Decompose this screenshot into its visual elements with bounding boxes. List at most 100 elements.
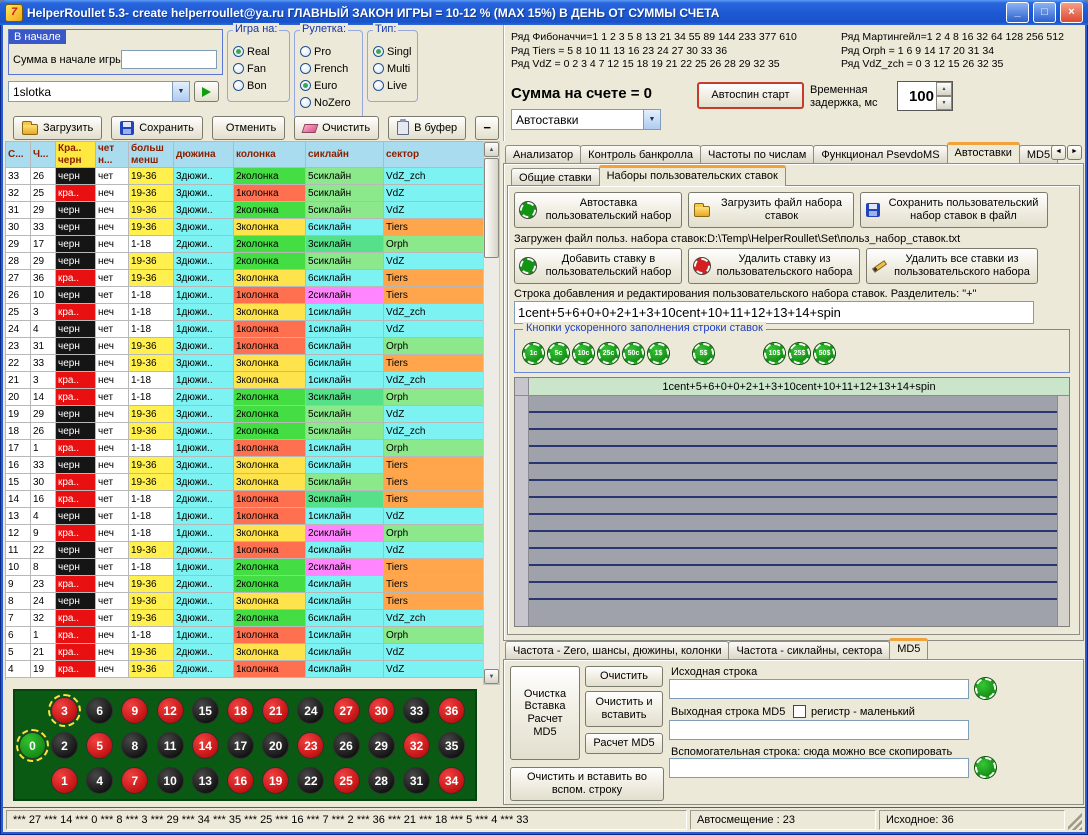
table-row[interactable]: 1530кра..чет19-363дюжи..3колонка5сиклайн…	[6, 474, 483, 491]
table-row[interactable]: 521кра..неч19-362дюжи..3колонка4сиклайнV…	[6, 644, 483, 661]
bet-list-row[interactable]	[529, 498, 1057, 515]
table-row[interactable]: 129кра..неч1-181дюжи..3колонка2сиклайнOr…	[6, 525, 483, 542]
delete-all-bets-button[interactable]: Удалить все ставки из пользовательского …	[866, 248, 1038, 284]
radio-real[interactable]: Real	[228, 43, 289, 60]
toolbar-buffer-button[interactable]: В буфер	[388, 116, 466, 140]
chip-10$[interactable]: 10$	[764, 343, 785, 364]
table-row[interactable]: 2736кра..чет19-363дюжи..3колонка6сиклайн…	[6, 270, 483, 287]
slot-select[interactable]: 1slotka ▼	[8, 81, 190, 102]
radio-bon[interactable]: Bon	[228, 77, 289, 94]
board-number-3[interactable]: 3	[51, 697, 78, 724]
board-number-20[interactable]: 20	[262, 732, 289, 759]
radio-pro[interactable]: Pro	[295, 43, 362, 60]
table-row[interactable]: 2829черннеч19-363дюжи..2колонка5сиклайнV…	[6, 253, 483, 270]
aux-chip-button[interactable]	[975, 757, 996, 778]
table-row[interactable]: 1826чернчет19-363дюжи..2колонка5сиклайнV…	[6, 423, 483, 440]
toolbar-clear-button[interactable]: Очистить	[294, 116, 379, 140]
table-row[interactable]: 213кра..неч1-181дюжи..3колонка1сиклайнVd…	[6, 372, 483, 389]
board-number-28[interactable]: 28	[368, 767, 395, 794]
main-tab-1[interactable]: Контроль банкролла	[580, 145, 701, 163]
chip-1c[interactable]: 1c	[523, 343, 544, 364]
table-row[interactable]: 2014кра..чет1-182дюжи..2колонка3сиклайнO…	[6, 389, 483, 406]
board-number-6[interactable]: 6	[86, 697, 113, 724]
radio-multi[interactable]: Multi	[368, 60, 417, 77]
bet-list-row[interactable]	[529, 532, 1057, 549]
bottom-tab-1[interactable]: Частота - сиклайны, сектора	[728, 641, 890, 659]
bet-list-row[interactable]	[529, 566, 1057, 583]
board-number-15[interactable]: 15	[192, 697, 219, 724]
bet-list-row[interactable]	[529, 583, 1057, 600]
toolbar-save-button[interactable]: Сохранить	[111, 116, 203, 140]
chip-25$[interactable]: 25$	[789, 343, 810, 364]
table-row[interactable]: 3033черннеч19-363дюжи..3колонка6сиклайнT…	[6, 219, 483, 236]
table-row[interactable]: 2610чернчет1-181дюжи..1колонка2сиклайнTi…	[6, 287, 483, 304]
chip-50c[interactable]: 50c	[623, 343, 644, 364]
chevron-down-icon[interactable]: ▼	[643, 110, 660, 129]
table-row[interactable]: 2917черннеч1-182дюжи..2колонка3сиклайнOr…	[6, 236, 483, 253]
board-number-19[interactable]: 19	[262, 767, 289, 794]
table-row[interactable]: 2331черннеч19-363дюжи..1колонка6сиклайнO…	[6, 338, 483, 355]
board-number-18[interactable]: 18	[227, 697, 254, 724]
radio-live[interactable]: Live	[368, 77, 417, 94]
board-number-12[interactable]: 12	[157, 697, 184, 724]
board-number-32[interactable]: 32	[403, 732, 430, 759]
bet-list-row[interactable]	[529, 413, 1057, 430]
chip-50$[interactable]: 50$	[814, 343, 835, 364]
table-row[interactable]: 244чернчет1-181дюжи..1колонка1сиклайнVdZ	[6, 321, 483, 338]
board-number-7[interactable]: 7	[121, 767, 148, 794]
table-row[interactable]: 1416кра..чет1-182дюжи..1колонка3сиклайнT…	[6, 491, 483, 508]
toolbar-load-button[interactable]: Загрузить	[13, 116, 102, 140]
md5-clear-paste-button[interactable]: Очистить и вставить	[585, 691, 663, 727]
table-row[interactable]: 253кра..неч1-181дюжи..3колонка1сиклайнVd…	[6, 304, 483, 321]
table-row[interactable]: 3326чернчет19-363дюжи..2колонка5сиклайнV…	[6, 168, 483, 185]
board-number-8[interactable]: 8	[121, 732, 148, 759]
start-sum-input[interactable]	[121, 50, 217, 69]
table-row[interactable]: 732кра..чет19-363дюжи..2колонка6сиклайнV…	[6, 610, 483, 627]
chip-5c[interactable]: 5c	[548, 343, 569, 364]
bet-list-row[interactable]	[529, 481, 1057, 498]
source-chip-button[interactable]	[975, 678, 996, 699]
board-number-10[interactable]: 10	[157, 767, 184, 794]
main-tab-3[interactable]: Функционал PsevdoMS	[813, 145, 947, 163]
bet-list-row[interactable]	[529, 396, 1057, 413]
board-number-27[interactable]: 27	[333, 697, 360, 724]
radio-nozero[interactable]: NoZero	[295, 94, 362, 111]
md5-clear-button[interactable]: Очистить	[585, 666, 663, 687]
bet-string-input[interactable]	[514, 301, 1034, 324]
table-scrollbar[interactable]: ▲ ▼	[483, 141, 500, 685]
board-number-0[interactable]: 0	[19, 732, 46, 759]
autobet-user-set-button[interactable]: Автоставка пользовательский набор	[514, 192, 682, 228]
board-number-17[interactable]: 17	[227, 732, 254, 759]
chip-5$[interactable]: 5$	[693, 343, 714, 364]
board-number-11[interactable]: 11	[157, 732, 184, 759]
load-bet-set-button[interactable]: Загрузить файл набора ставок	[688, 192, 854, 228]
bet-list-scrollbar[interactable]	[1057, 396, 1069, 626]
add-bet-button[interactable]: Добавить ставку в пользовательский набор	[514, 248, 682, 284]
toolbar-undo-button[interactable]: Отменить	[212, 116, 285, 140]
play-button[interactable]	[194, 81, 219, 102]
board-number-25[interactable]: 25	[333, 767, 360, 794]
table-row[interactable]: 3129черннеч19-363дюжи..2колонка5сиклайнV…	[6, 202, 483, 219]
table-row[interactable]: 419кра..неч19-362дюжи..1колонка4сиклайнV…	[6, 661, 483, 678]
source-string-input[interactable]	[669, 679, 969, 699]
scroll-down-icon[interactable]: ▼	[484, 669, 499, 684]
spinner-up-icon[interactable]: ▲	[936, 82, 952, 96]
board-number-26[interactable]: 26	[333, 732, 360, 759]
bet-list-row[interactable]	[529, 464, 1057, 481]
bet-list-row[interactable]	[529, 447, 1057, 464]
main-tab-0[interactable]: Анализатор	[505, 145, 581, 163]
chip-10c[interactable]: 10c	[573, 343, 594, 364]
board-number-1[interactable]: 1	[51, 767, 78, 794]
radio-fan[interactable]: Fan	[228, 60, 289, 77]
bet-list-row[interactable]	[529, 515, 1057, 532]
lowercase-checkbox[interactable]	[793, 705, 806, 718]
main-tab-2[interactable]: Частоты по числам	[700, 145, 814, 163]
table-row[interactable]: 134чернчет1-181дюжи..1колонка1сиклайнVdZ	[6, 508, 483, 525]
board-number-23[interactable]: 23	[297, 732, 324, 759]
board-number-21[interactable]: 21	[262, 697, 289, 724]
autobets-select[interactable]: Автоставки ▼	[511, 109, 661, 130]
board-number-34[interactable]: 34	[438, 767, 465, 794]
bet-list-row[interactable]	[529, 549, 1057, 566]
board-number-31[interactable]: 31	[403, 767, 430, 794]
tab-scroll-right-icon[interactable]: ►	[1067, 145, 1082, 160]
